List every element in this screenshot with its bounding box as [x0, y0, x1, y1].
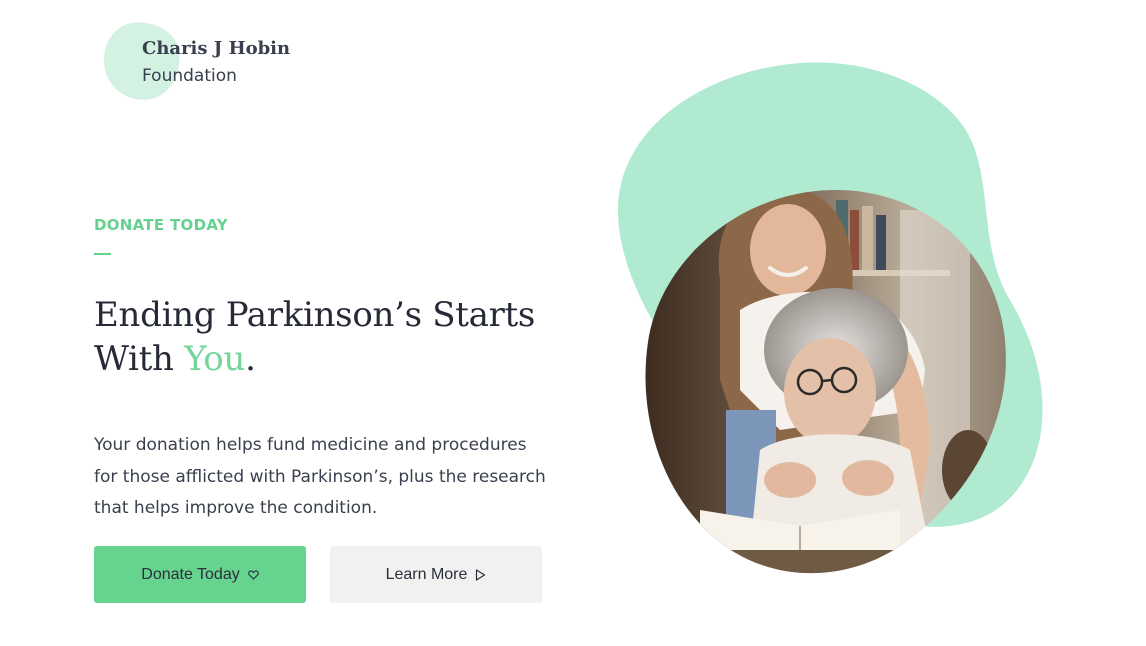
logo-name: Charis J Hobin [142, 38, 291, 59]
learn-more-button[interactable]: Learn More [330, 546, 542, 603]
donate-today-button[interactable]: Donate Today [94, 546, 306, 603]
eyebrow-divider [94, 253, 111, 255]
heart-outline-icon [247, 569, 259, 580]
logo-subtitle: Foundation [142, 66, 237, 86]
hero-description: Your donation helps fund medicine and pr… [94, 435, 546, 518]
donate-button-label: Donate Today [141, 565, 240, 583]
hero-headline: Ending Parkinson’s Starts With You. [94, 293, 564, 381]
logo[interactable]: Charis J Hobin Foundation [98, 17, 304, 105]
hero-visual [600, 50, 1146, 610]
headline-text: Ending Parkinson’s Starts With [94, 295, 536, 379]
logo-blob-shape [98, 17, 186, 105]
play-outline-icon [475, 568, 486, 581]
eyebrow-label: DONATE TODAY [94, 216, 228, 234]
headline-period: . [245, 339, 256, 379]
headline-accent: You [184, 339, 246, 379]
learn-button-label: Learn More [385, 565, 468, 583]
hero-illustration [618, 62, 1043, 574]
